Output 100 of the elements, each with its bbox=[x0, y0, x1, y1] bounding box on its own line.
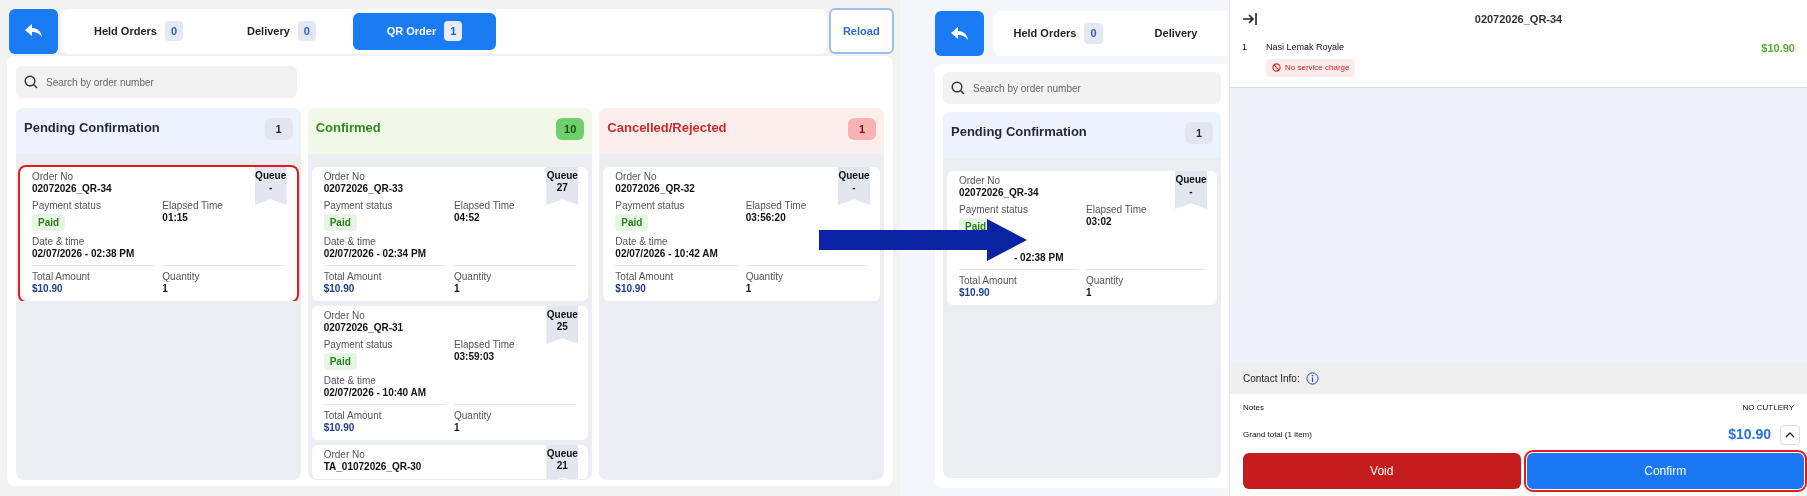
field-label: Order No bbox=[615, 171, 657, 183]
field-label: Elapsed Time bbox=[745, 200, 807, 212]
field-value: 03:02 bbox=[1086, 216, 1112, 228]
search-field[interactable]: Search by order number bbox=[16, 66, 297, 98]
order-type-tab[interactable]: Delivery 0 bbox=[210, 12, 353, 50]
field-value: 01:15 bbox=[162, 212, 188, 224]
expand-button[interactable] bbox=[1780, 424, 1800, 445]
payment-status-badge: Paid bbox=[615, 214, 649, 231]
payment-status-badge: Paid bbox=[323, 353, 357, 370]
queue-label: Queue bbox=[546, 309, 578, 321]
field-value: 02/07/2026 - 02:38 PM bbox=[32, 248, 135, 260]
total-amount: $10.90 bbox=[323, 283, 355, 295]
total-amount: $10.90 bbox=[959, 287, 990, 299]
column-title: Confirmed bbox=[315, 119, 381, 137]
queue-label: Queue bbox=[546, 448, 578, 460]
field-label: Order No bbox=[323, 449, 365, 461]
field-value: 03:56:20 bbox=[745, 212, 786, 224]
reload-button[interactable]: Reload bbox=[828, 8, 894, 54]
field-label: Quantity bbox=[745, 271, 783, 283]
order-card[interactable]: Order No 02072026_QR-31 Payment status Paid Elapsed Time 03:59:03 Date & time 02/07/2026 - 10:40 AM Total Amount $10.90 Quantity 1 Queue 25 bbox=[311, 306, 589, 440]
field-value: 02/07/2026 - 10:40 AM bbox=[323, 387, 427, 399]
tab-count-badge: 0 bbox=[1084, 23, 1103, 44]
field-label: Quantity bbox=[454, 410, 492, 422]
queue-label: Queue bbox=[838, 170, 870, 182]
item-price: $10.90 bbox=[1761, 41, 1795, 56]
field-label: Order No bbox=[959, 175, 1001, 187]
payment-status-badge: Paid bbox=[323, 214, 357, 231]
arrow-to-bar-icon bbox=[1242, 11, 1258, 27]
order-card[interactable]: Order No 02072026_QR-34 Payment status Paid Elapsed Time 03:02 - 02:38 PM Total Amount $10.90 Quantity 1 Queue - bbox=[947, 171, 1217, 305]
notes-label: Notes bbox=[1243, 402, 1264, 414]
field-label: Order No bbox=[323, 171, 365, 183]
order-type-tab[interactable]: Delivery bbox=[1117, 15, 1229, 52]
field-label: Total Amount bbox=[323, 410, 382, 422]
confirm-button[interactable]: Confirm bbox=[1526, 453, 1804, 489]
queue-number: 27 bbox=[556, 182, 568, 194]
field-label: Quantity bbox=[162, 271, 200, 283]
order-card[interactable]: Order No 02072026_QR-33 Payment status Paid Elapsed Time 04:52 Date & time 02/07/2026 - 02:34 PM Total Amount $10.90 Quantity 1 Queue 27 bbox=[311, 167, 589, 301]
payment-status-badge: Paid bbox=[32, 214, 66, 231]
field-value: 02/07/2026 - 10:42 AM bbox=[615, 248, 718, 260]
tab-count-badge: 0 bbox=[297, 20, 316, 42]
notes-value: NO CUTLERY bbox=[1742, 402, 1794, 414]
order-card[interactable]: Order No 02072026_QR-32 Payment status Paid Elapsed Time 03:56:20 Date & time 02/07/2026 - 10:42 AM Total Amount $10.90 Quantity 1 Queue - bbox=[603, 167, 880, 301]
column-title: Cancelled/Rejected bbox=[607, 119, 727, 137]
field-label: Total Amount bbox=[32, 271, 90, 283]
field-value: 1 bbox=[454, 283, 460, 295]
field-value: 02/07/2026 - 02:34 PM bbox=[323, 248, 426, 260]
order-number: 02072026_QR-31 bbox=[323, 322, 404, 334]
item-quantity: 1 bbox=[1242, 41, 1248, 54]
search-field[interactable]: Search by order number bbox=[943, 72, 1221, 104]
field-value: 1 bbox=[745, 283, 752, 295]
tab-count-badge: 0 bbox=[164, 20, 184, 42]
back-button[interactable] bbox=[9, 8, 58, 54]
field-value: 03:59:03 bbox=[454, 351, 495, 363]
order-number: 02072026_QR-34 bbox=[959, 187, 1039, 199]
order-type-tab[interactable]: QR Order 1 bbox=[353, 12, 496, 50]
back-button[interactable] bbox=[935, 11, 984, 56]
field-label: Total Amount bbox=[323, 271, 382, 283]
field-label: Elapsed Time bbox=[454, 200, 515, 212]
field-value: 1 bbox=[454, 422, 460, 434]
field-label: Elapsed Time bbox=[454, 339, 515, 351]
count-badge: 10 bbox=[556, 118, 585, 140]
field-label: Total Amount bbox=[615, 271, 674, 283]
field-label: Elapsed Time bbox=[162, 200, 223, 212]
tag-text: No service charge bbox=[1285, 61, 1350, 74]
order-number: 02072026_QR-33 bbox=[323, 183, 404, 195]
grand-total-amount: $10.90 bbox=[1728, 425, 1771, 444]
field-label: Date & time bbox=[323, 375, 376, 387]
field-label: Payment status bbox=[323, 339, 393, 351]
void-button[interactable]: Void bbox=[1243, 453, 1521, 489]
order-card[interactable]: Order No 02072026_QR-34 Payment status Paid Elapsed Time 01:15 Date & time 02/07/2026 - 02:38 PM Total Amount $10.90 Quantity 1 Queue - bbox=[20, 167, 297, 301]
queue-number: 25 bbox=[556, 321, 568, 333]
contact-info-label: Contact Info: bbox=[1243, 371, 1300, 386]
info-icon bbox=[1305, 371, 1319, 385]
order-title: 02072026_QR-34 bbox=[1474, 11, 1563, 27]
field-label: Date & time bbox=[615, 236, 668, 248]
field-value: 1 bbox=[162, 283, 168, 295]
grand-total-label: Grand total (1 item) bbox=[1243, 428, 1313, 441]
total-amount: $10.90 bbox=[615, 283, 646, 295]
collapse-panel-button[interactable] bbox=[1242, 11, 1258, 27]
info-button[interactable] bbox=[1305, 371, 1319, 385]
field-label: Payment status bbox=[959, 204, 1028, 216]
field-label: Total Amount bbox=[959, 275, 1017, 287]
total-amount: $10.90 bbox=[323, 422, 355, 434]
field-label: Quantity bbox=[454, 271, 492, 283]
queue-label: Queue bbox=[1175, 174, 1207, 186]
tab-count-badge: 1 bbox=[444, 20, 463, 42]
field-label: Quantity bbox=[1086, 275, 1124, 287]
order-type-tab[interactable]: Held Orders 0 bbox=[999, 15, 1117, 52]
field-label: Order No bbox=[323, 310, 365, 322]
item-name: Nasi Lemak Royale bbox=[1266, 41, 1346, 54]
queue-label: Queue bbox=[255, 170, 287, 182]
queue-number: - bbox=[1189, 186, 1193, 198]
field-label: Date & time bbox=[32, 236, 85, 248]
queue-label: Queue bbox=[546, 170, 578, 182]
back-arrow-icon bbox=[950, 26, 969, 41]
order-card[interactable]: Order No TA_01072026_QR-30 Queue 21 bbox=[311, 445, 589, 479]
total-amount: $10.90 bbox=[32, 283, 63, 295]
queue-number: - bbox=[269, 182, 273, 194]
field-label: Elapsed Time bbox=[1086, 204, 1147, 216]
order-type-tab[interactable]: Held Orders 0 bbox=[67, 12, 210, 50]
